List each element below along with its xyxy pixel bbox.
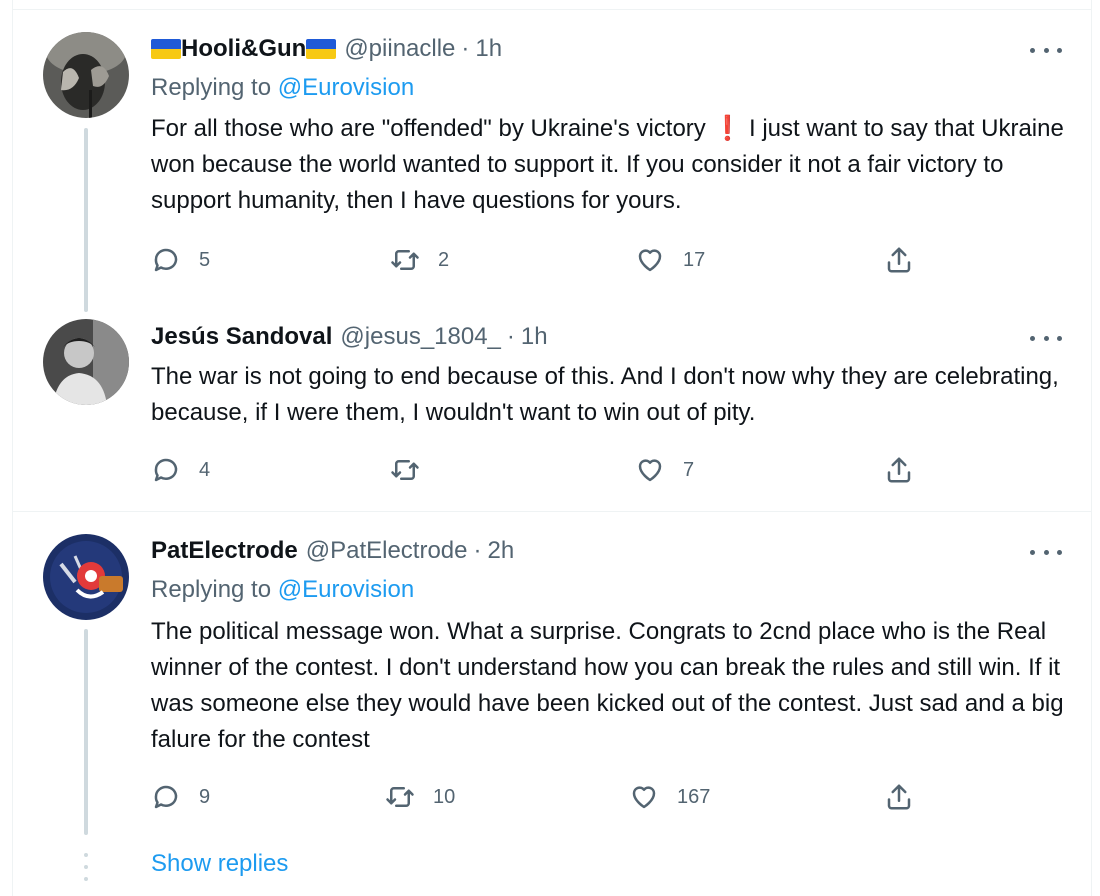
separator-dot: · <box>506 323 515 350</box>
retweet-icon <box>391 250 419 270</box>
reply-icon <box>154 248 178 272</box>
user-handle[interactable]: @PatElectrode <box>306 537 468 565</box>
reply-count: 4 <box>199 458 211 481</box>
like-button[interactable]: 167 <box>629 780 710 814</box>
reply-button[interactable]: 9 <box>151 780 210 814</box>
flag-yellow <box>306 49 337 59</box>
retweet-count: 10 <box>433 785 456 808</box>
reply-count: 5 <box>199 248 211 271</box>
thread-connector <box>84 629 88 835</box>
retweet-count: 2 <box>438 248 450 271</box>
tweet-1[interactable]: Hooli&Gun @piinaclle · 1h Replying to @E… <box>0 0 1100 312</box>
heart-icon <box>638 249 662 272</box>
reply-icon <box>154 785 178 809</box>
reply-button[interactable]: 5 <box>151 243 210 277</box>
tweet-actions: 5 2 17 <box>151 243 931 277</box>
separator-dot: · <box>473 537 482 564</box>
avatar-patelectrode[interactable] <box>43 534 129 620</box>
tweet-text: For all those who are "offended" by Ukra… <box>151 111 1071 219</box>
heart-icon <box>632 786 656 809</box>
avatar-image <box>43 534 129 620</box>
mention-link[interactable]: @Eurovision <box>278 576 414 603</box>
like-button[interactable]: 7 <box>635 453 694 487</box>
timestamp[interactable]: 1h <box>521 323 548 351</box>
retweet-icon <box>391 460 419 480</box>
like-button[interactable]: 17 <box>635 243 705 277</box>
avatar-image <box>43 32 129 118</box>
ukraine-flag-icon <box>306 39 337 59</box>
flag-yellow <box>151 49 181 59</box>
avatar-hooli-gun[interactable] <box>43 32 129 118</box>
thread-connector <box>84 128 88 312</box>
ukraine-flag-icon <box>151 39 181 59</box>
tweet-text-part: For all those who are "offended" by Ukra… <box>151 115 706 142</box>
heart-icon <box>638 459 662 482</box>
separator-dot: · <box>461 35 470 62</box>
retweet-button[interactable]: 10 <box>385 780 455 814</box>
share-button[interactable] <box>884 453 914 487</box>
more-options-icon[interactable] <box>1030 542 1062 562</box>
share-icon <box>887 784 911 810</box>
user-handle[interactable]: @piinaclle <box>344 35 455 63</box>
like-count: 17 <box>683 248 706 271</box>
tweet-text: The political message won. What a surpri… <box>151 618 1064 753</box>
tweet-3[interactable]: PatElectrode @PatElectrode · 2h Replying… <box>0 512 1100 896</box>
flag-blue <box>306 39 337 49</box>
display-name[interactable]: Hooli&Gun <box>181 35 306 63</box>
reply-count: 9 <box>199 785 211 808</box>
show-replies-link[interactable]: Show replies <box>151 850 288 878</box>
user-handle[interactable]: @jesus_1804_ <box>340 323 500 351</box>
tweet-text: The war is not going to end because of t… <box>151 363 1059 426</box>
like-count: 167 <box>677 785 711 808</box>
timestamp[interactable]: 2h <box>488 537 515 565</box>
avatar-jesus-sandoval[interactable] <box>43 319 129 405</box>
mention-link[interactable]: @Eurovision <box>278 74 414 101</box>
tweet-actions: 9 10 167 <box>151 780 931 814</box>
replying-to: Replying to @Eurovision <box>151 576 414 604</box>
timestamp[interactable]: 1h <box>475 35 502 63</box>
share-button[interactable] <box>884 243 914 277</box>
reply-icon <box>154 458 178 482</box>
tweet-actions: 4 7 <box>151 453 931 487</box>
retweet-button[interactable]: 2 <box>390 243 449 277</box>
more-replies-dots <box>84 853 88 889</box>
display-name[interactable]: Jesús Sandoval <box>151 323 332 351</box>
replying-prefix: Replying to <box>151 74 272 101</box>
replying-to: Replying to @Eurovision <box>151 74 414 102</box>
tweet-header: Hooli&Gun @piinaclle · 1h <box>151 32 502 66</box>
replying-prefix: Replying to <box>151 576 272 603</box>
flag-blue <box>151 39 181 49</box>
share-icon <box>887 247 911 273</box>
more-options-icon[interactable] <box>1030 328 1062 348</box>
exclamation-emoji: ❗ <box>712 115 743 142</box>
retweet-button[interactable] <box>390 453 438 487</box>
share-button[interactable] <box>884 780 914 814</box>
share-icon <box>887 457 911 483</box>
display-name[interactable]: PatElectrode <box>151 537 298 565</box>
more-options-icon[interactable] <box>1030 40 1062 60</box>
tweet-header: Jesús Sandoval @jesus_1804_ · 1h <box>151 320 548 354</box>
reply-button[interactable]: 4 <box>151 453 210 487</box>
retweet-icon <box>386 787 414 807</box>
tweet-header: PatElectrode @PatElectrode · 2h <box>151 534 514 568</box>
like-count: 7 <box>683 458 695 481</box>
avatar-image <box>43 319 129 405</box>
tweet-2[interactable]: Jesús Sandoval @jesus_1804_ · 1h The war… <box>0 310 1100 510</box>
